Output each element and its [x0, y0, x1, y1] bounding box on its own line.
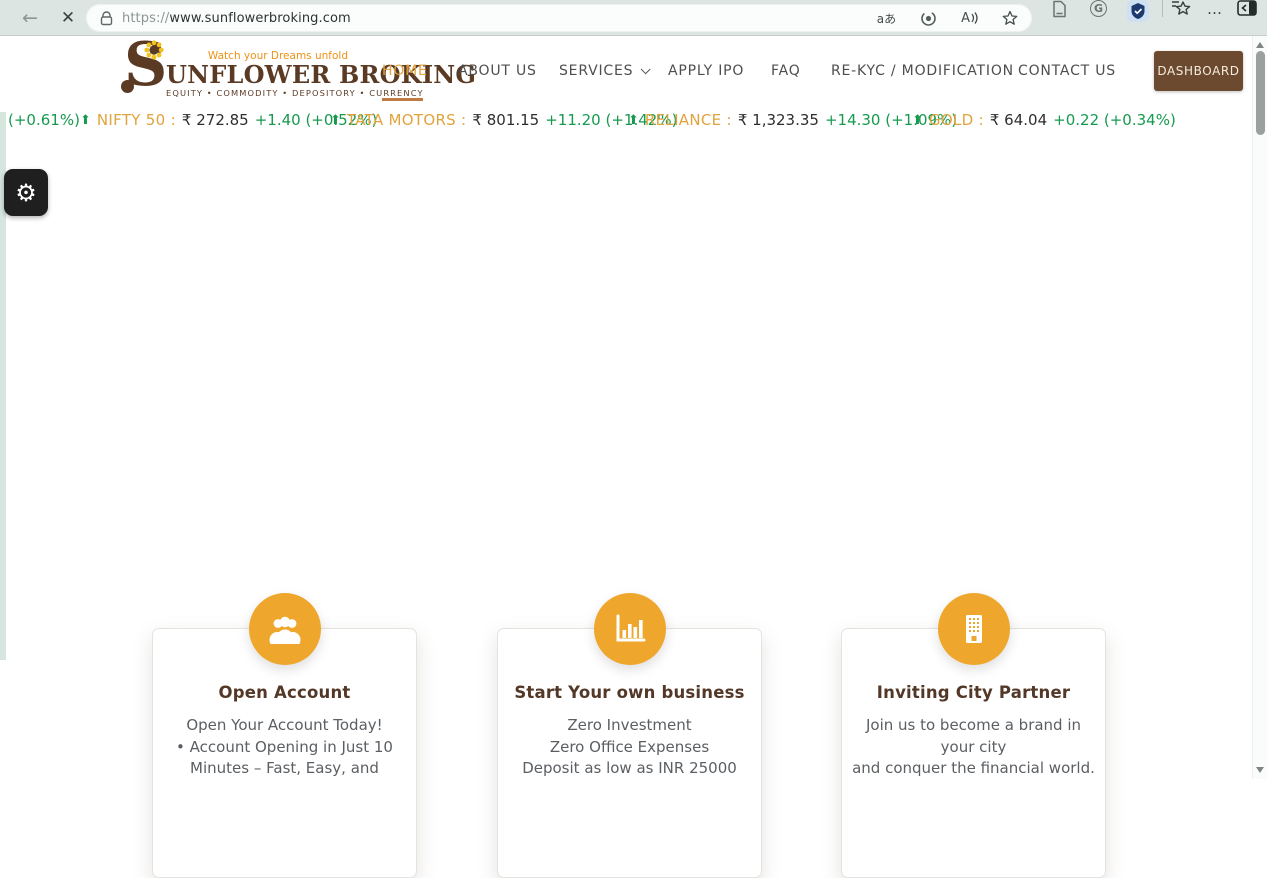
toolbar-divider — [1162, 0, 1163, 17]
card-title: Inviting City Partner — [842, 683, 1105, 702]
card-body: Open Your Account Today! • Account Openi… — [153, 715, 416, 780]
settings-menu-icon[interactable]: … — [1207, 0, 1223, 18]
favorite-star-icon[interactable] — [1002, 10, 1018, 26]
url-host: www.sunflowerbroking.com — [169, 11, 350, 26]
chevron-down-icon — [641, 64, 651, 74]
nav-item-home[interactable]: HOME — [382, 63, 428, 79]
card-title: Start Your own business — [498, 683, 761, 702]
sunflower-icon — [144, 40, 164, 64]
site-logo[interactable]: S Watch your Dreams unfold UNFLOWER BROK… — [124, 38, 350, 104]
collections-icon[interactable] — [1171, 0, 1191, 18]
active-nav-underline — [382, 98, 423, 101]
up-arrow-icon: ⬆ — [628, 113, 639, 128]
logo-services-line: EQUITY • COMMODITY • DEPOSITORY • CURREN… — [166, 88, 350, 98]
ticker-partial-change: (+0.61%) — [8, 111, 80, 129]
building-icon — [938, 593, 1010, 665]
dashboard-button[interactable]: DASHBOARD — [1154, 51, 1243, 91]
url-text: https://www.sunflowerbroking.com — [122, 11, 351, 26]
card-open-account: Open Account Open Your Account Today! • … — [152, 628, 417, 878]
logo-dot — [121, 80, 134, 93]
stop-loading-button[interactable]: ✕ — [54, 0, 82, 36]
up-arrow-icon: ⬆ — [330, 113, 341, 128]
nav-item-about-us[interactable]: ABOUT US — [458, 63, 537, 79]
stock-ticker: (+0.61%) ⬆ NIFTY 50 : ₹ 272.85 +1.40 (+0… — [0, 107, 1252, 134]
shield-extension-icon[interactable] — [1127, 0, 1149, 22]
settings-widget-button[interactable]: ⚙ — [4, 169, 48, 216]
bar-chart-icon — [594, 593, 666, 665]
card-body: Join us to become a brand in your city a… — [842, 715, 1105, 780]
nav-item-services[interactable]: SERVICES — [559, 63, 647, 79]
scrollbar-up-arrow[interactable] — [1256, 42, 1264, 48]
nav-item-apply-ipo[interactable]: APPLY IPO — [668, 63, 744, 79]
scrollbar-down-arrow[interactable] — [1256, 767, 1264, 773]
card-start-business: Start Your own business Zero Investment … — [497, 628, 762, 878]
g-extension-icon[interactable]: G — [1090, 0, 1107, 17]
up-arrow-icon: ⬆ — [912, 113, 923, 128]
ticker-item-tata-motors: ⬆ TATA MOTORS : ₹ 801.15 +11.20 (+1.42%) — [330, 111, 677, 129]
logo-name: UNFLOWER BROKING — [166, 62, 350, 87]
translate-icon[interactable]: aあ — [877, 10, 896, 27]
lock-icon — [100, 11, 113, 26]
site-header: S Watch your Dreams unfold UNFLOWER BROK… — [0, 36, 1252, 106]
page-content: S Watch your Dreams unfold UNFLOWER BROK… — [0, 36, 1252, 779]
address-bar[interactable]: https://www.sunflowerbroking.com aあ A — [86, 4, 1032, 32]
up-arrow-icon: ⬆ — [80, 113, 91, 128]
ticker-item-reliance: ⬆ RELIANCE : ₹ 1,323.35 +14.30 (+1.09%) — [628, 111, 957, 129]
card-city-partner: Inviting City Partner Join us to become … — [841, 628, 1106, 878]
reading-mode-icon[interactable] — [1052, 0, 1067, 18]
scrollbar-thumb[interactable] — [1256, 51, 1265, 135]
gear-icon: ⚙ — [15, 181, 37, 205]
sidebar-toggle-icon[interactable] — [1237, 0, 1257, 16]
nav-item-rekyc-modification[interactable]: RE-KYC / MODIFICATION — [831, 63, 1014, 79]
users-group-icon — [249, 593, 321, 665]
ticker-item-gold: ⬆ GOLD : ₹ 64.04 +0.22 (+0.34%) — [912, 111, 1176, 129]
card-title: Open Account — [153, 683, 416, 702]
nav-item-faq[interactable]: FAQ — [771, 63, 801, 79]
card-body: Zero Investment Zero Office Expenses Dep… — [498, 715, 761, 780]
url-scheme: https:// — [122, 11, 169, 26]
nav-item-contact-us[interactable]: CONTACT US — [1018, 63, 1116, 79]
read-aloud-icon[interactable]: A — [961, 11, 978, 26]
browser-toolbar: ← ✕ https://www.sunflowerbroking.com aあ … — [0, 0, 1267, 36]
page-scrollbar[interactable] — [1252, 36, 1267, 779]
back-button[interactable]: ← — [16, 0, 44, 36]
tracking-swirl-icon[interactable] — [920, 10, 937, 27]
